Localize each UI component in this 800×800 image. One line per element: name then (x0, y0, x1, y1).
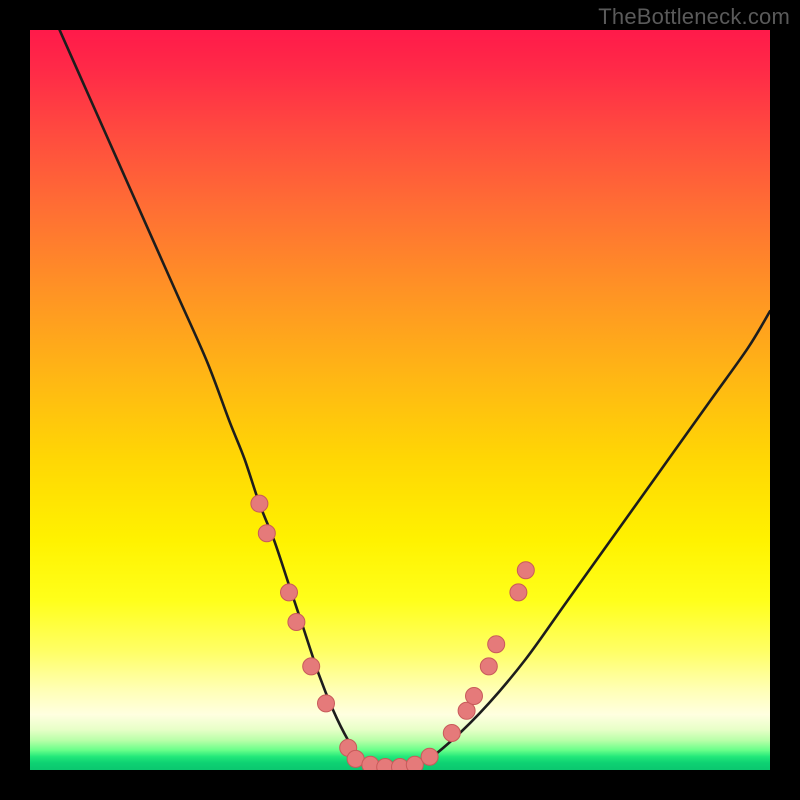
curve-marker (421, 748, 438, 765)
plot-area (30, 30, 770, 770)
curve-marker (258, 525, 275, 542)
curve-marker (510, 584, 527, 601)
curve-marker (488, 636, 505, 653)
curve-marker (288, 614, 305, 631)
curve-marker (406, 756, 423, 770)
bottleneck-curve (60, 30, 770, 770)
curve-marker (443, 725, 460, 742)
curve-marker (281, 584, 298, 601)
curve-marker (466, 688, 483, 705)
chart-frame: TheBottleneck.com (0, 0, 800, 800)
curve-marker (480, 658, 497, 675)
curve-marker (251, 495, 268, 512)
marker-group (251, 495, 534, 770)
curve-layer (30, 30, 770, 770)
watermark-text: TheBottleneck.com (598, 4, 790, 30)
curve-marker (517, 562, 534, 579)
curve-marker (303, 658, 320, 675)
curve-marker (318, 695, 335, 712)
